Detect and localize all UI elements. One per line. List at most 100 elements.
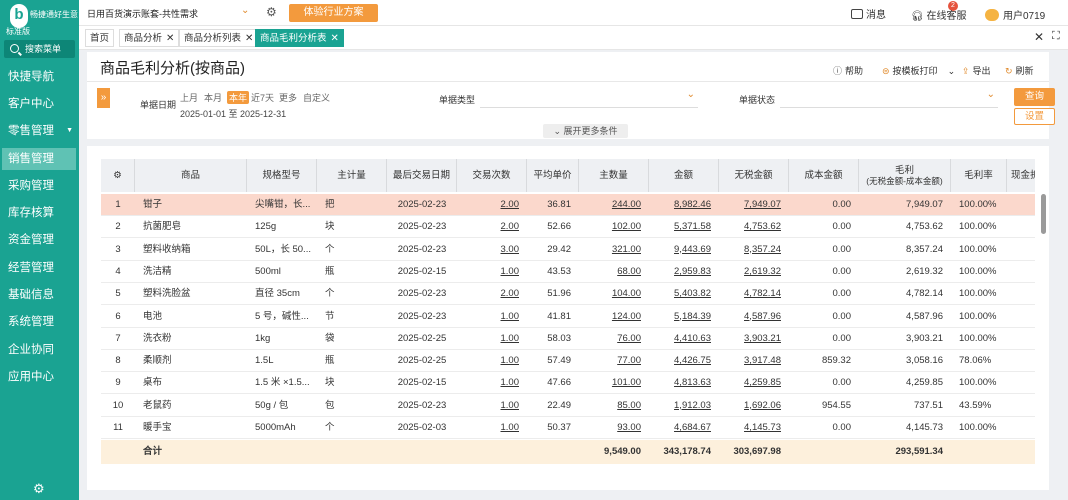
close-icon[interactable]: ✕ [166, 33, 174, 44]
tab-product-analysis-list[interactable]: 商品分析列表 ✕ [179, 29, 259, 47]
cell-qty[interactable]: 76.00 [579, 328, 649, 350]
chevron-down-icon[interactable]: ⌄ [948, 66, 956, 76]
sidebar-item-sales[interactable]: 销售管理 [2, 148, 76, 170]
tab-product-analysis[interactable]: 商品分析 ✕ [119, 29, 180, 47]
col-header-profit[interactable]: 毛利 (无税金额-成本金额) [859, 159, 951, 192]
date-option-last-month[interactable]: 上月 [180, 91, 198, 104]
cell-amount-ex-tax[interactable]: 3,917.48 [719, 350, 789, 372]
table-row[interactable]: 2 抗菌肥皂 125g 块 2025-02-23 2.00 52.66 102.00 5,371… [101, 216, 1035, 239]
cell-tx-count[interactable]: 1.00 [457, 372, 527, 394]
column-settings-icon[interactable]: ⚙ [101, 159, 135, 192]
cell-qty[interactable]: 85.00 [579, 395, 649, 417]
date-option-more[interactable]: 更多 [279, 91, 297, 104]
sidebar-item-apps[interactable]: 应用中心 [0, 366, 79, 388]
sidebar-item-collab[interactable]: 企业协同 [0, 339, 79, 361]
expand-sidebar-icon[interactable]: » [97, 88, 110, 108]
cell-qty[interactable]: 124.00 [579, 306, 649, 328]
sidebar-item-operations[interactable]: 经营管理 [0, 257, 79, 279]
sidebar-item-system[interactable]: 系统管理 [0, 311, 79, 333]
col-header-tx-count[interactable]: 交易次数 [457, 159, 527, 192]
cell-amount[interactable]: 5,184.39 [649, 306, 719, 328]
sidebar-item-funds[interactable]: 资金管理 [0, 229, 79, 251]
close-icon[interactable]: ✕ [331, 33, 339, 44]
cell-tx-count[interactable]: 1.00 [457, 395, 527, 417]
cell-tx-count[interactable]: 1.00 [457, 328, 527, 350]
cell-amount[interactable]: 5,371.58 [649, 216, 719, 238]
table-row[interactable]: 6 电池 5 号，碱性... 节 2025-02-23 1.00 41.81 124.00 5,… [101, 306, 1035, 328]
cell-amount-ex-tax[interactable]: 3,903.21 [719, 328, 789, 350]
export-button[interactable]: ⇪ 导出 [962, 64, 991, 77]
sidebar-item-purchase[interactable]: 采购管理 [0, 175, 79, 197]
cell-qty[interactable]: 244.00 [579, 194, 649, 216]
vertical-scrollbar[interactable] [1041, 194, 1046, 234]
user-menu[interactable]: 用户0719 [985, 7, 1045, 22]
gear-icon[interactable]: ⚙ [266, 5, 277, 19]
cell-qty[interactable]: 93.00 [579, 417, 649, 439]
cell-tx-count[interactable]: 1.00 [457, 261, 527, 283]
date-range[interactable]: 2025-01-01 至 2025-12-31 [180, 107, 286, 120]
cell-qty[interactable]: 321.00 [579, 239, 649, 261]
fullscreen-icon[interactable]: ⛶ [1052, 30, 1060, 43]
col-header-qty[interactable]: 主数量 [579, 159, 649, 192]
col-header-spec[interactable]: 规格型号 [247, 159, 317, 192]
online-service-button[interactable]: 🎧︎ 在线客服 [911, 7, 966, 22]
cell-amount[interactable]: 2,959.83 [649, 261, 719, 283]
sidebar-item-retail[interactable]: 零售管理 ▼ [0, 120, 79, 142]
trial-industry-button[interactable]: 体验行业方案 [289, 4, 378, 22]
cell-qty[interactable]: 104.00 [579, 283, 649, 305]
cell-tx-count[interactable]: 1.00 [457, 417, 527, 439]
table-row[interactable]: 7 洗衣粉 1kg 袋 2025-02-25 1.00 58.03 76.00 4,410.63… [101, 328, 1035, 350]
refresh-button[interactable]: ↻ 刷新 [1005, 64, 1034, 77]
close-icon[interactable]: ✕ [245, 33, 253, 44]
close-all-tabs-icon[interactable]: ✕ [1034, 30, 1044, 44]
cell-tx-count[interactable]: 1.00 [457, 350, 527, 372]
cell-amount[interactable]: 1,912.03 [649, 395, 719, 417]
col-header-margin[interactable]: 毛利率 [951, 159, 1007, 192]
cell-amount-ex-tax[interactable]: 4,259.85 [719, 372, 789, 394]
col-header-last-date[interactable]: 最后交易日期 [387, 159, 457, 192]
table-row[interactable]: 8 柔顺剂 1.5L 瓶 2025-02-25 1.00 57.49 77.00 4,426.7… [101, 350, 1035, 373]
sidebar-item-basic-info[interactable]: 基础信息 [0, 284, 79, 306]
date-option-this-year[interactable]: 本年 [227, 91, 250, 104]
sidebar-item-customer[interactable]: 客户中心 [0, 93, 79, 115]
cell-amount-ex-tax[interactable]: 4,782.14 [719, 283, 789, 305]
settings-button[interactable]: 设置 [1014, 108, 1055, 125]
table-row[interactable]: 11 暖手宝 5000mAh 个 2025-02-03 1.00 50.37 93.00 4,6… [101, 417, 1035, 439]
sidebar-item-quick-nav[interactable]: 快捷导航 [0, 66, 79, 88]
cell-amount-ex-tax[interactable]: 1,692.06 [719, 395, 789, 417]
menu-search-button[interactable]: 搜索菜单 [4, 40, 75, 58]
cell-qty[interactable]: 68.00 [579, 261, 649, 283]
doc-type-select[interactable]: ⌄ [480, 89, 698, 108]
cell-amount-ex-tax[interactable]: 7,949.07 [719, 194, 789, 216]
tab-gross-profit-report[interactable]: 商品毛利分析表 ✕ [255, 29, 344, 47]
cell-amount-ex-tax[interactable]: 4,753.62 [719, 216, 789, 238]
col-header-avg-price[interactable]: 平均单价 [527, 159, 579, 192]
col-header-amount-ex-tax[interactable]: 无税金额 [719, 159, 789, 192]
account-selector[interactable]: 日用百货演示账套-共性需求 [87, 7, 198, 20]
query-button[interactable]: 查询 [1014, 88, 1055, 106]
table-row[interactable]: 4 洗洁精 500ml 瓶 2025-02-15 1.00 43.53 68.00 2,959.… [101, 261, 1035, 283]
cell-qty[interactable]: 102.00 [579, 216, 649, 238]
cell-amount[interactable]: 4,410.63 [649, 328, 719, 350]
doc-status-select[interactable]: ⌄ [780, 89, 998, 108]
date-option-this-month[interactable]: 本月 [204, 91, 222, 104]
table-row[interactable]: 9 桌布 1.5 米 ×1.5... 块 2025-02-15 1.00 47.66 101.… [101, 372, 1035, 395]
cell-amount[interactable]: 8,982.46 [649, 194, 719, 216]
cell-amount[interactable]: 4,684.67 [649, 417, 719, 439]
table-row[interactable]: 5 塑料洗脸盆 直径 35cm 个 2025-02-23 2.00 51.96 104.00 5… [101, 283, 1035, 306]
cell-tx-count[interactable]: 3.00 [457, 239, 527, 261]
settings-gear-icon[interactable]: ⚙ [33, 481, 45, 497]
cell-tx-count[interactable]: 1.00 [457, 306, 527, 328]
cell-amount[interactable]: 4,426.75 [649, 350, 719, 372]
date-option-custom[interactable]: 自定义 [303, 91, 330, 104]
cell-amount[interactable]: 9,443.69 [649, 239, 719, 261]
tab-home[interactable]: 首页 [85, 29, 115, 47]
table-row[interactable]: 10 老鼠药 50g / 包 包 2025-02-23 1.00 22.49 85.00 1,9… [101, 395, 1035, 417]
col-header-cost[interactable]: 成本金额 [789, 159, 859, 192]
cell-amount[interactable]: 5,403.82 [649, 283, 719, 305]
col-header-name[interactable]: 商品 [135, 159, 247, 192]
cell-amount-ex-tax[interactable]: 2,619.32 [719, 261, 789, 283]
cell-qty[interactable]: 77.00 [579, 350, 649, 372]
col-header-cash-discount[interactable]: 现金折扣 [1007, 159, 1035, 192]
col-header-unit[interactable]: 主计量 [317, 159, 387, 192]
